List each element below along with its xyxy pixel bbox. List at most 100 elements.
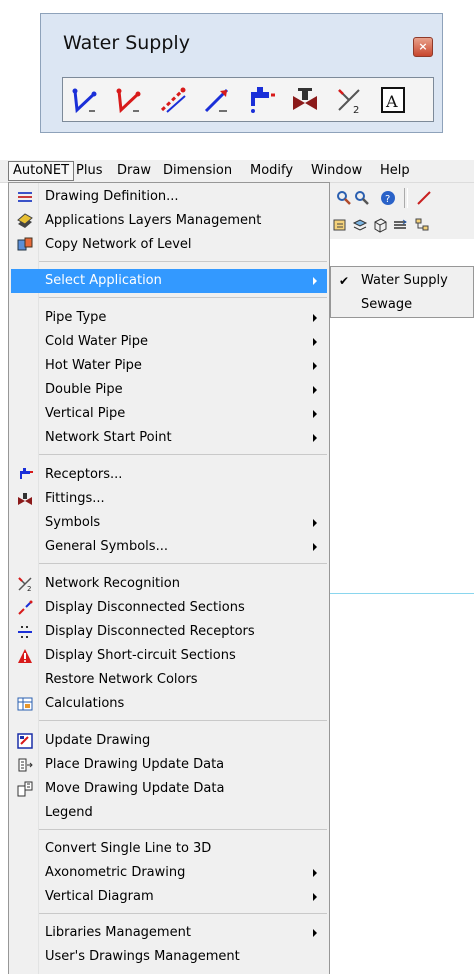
network-recognition-icon: 2 [18, 577, 32, 592]
help-icon[interactable]: ? [380, 190, 396, 206]
disconnected-receptors-icon [18, 626, 32, 638]
menu-item-libraries-management[interactable]: Libraries Management [11, 921, 327, 945]
menu-item-label: Receptors... [45, 467, 123, 482]
3d-box-icon[interactable] [372, 217, 388, 233]
menu-item-label: Hot Water Pipe [45, 358, 142, 373]
menu-window[interactable]: Window [311, 163, 362, 178]
submenu-item-sewage[interactable]: Sewage [331, 293, 473, 317]
zoom-window-icon[interactable] [354, 190, 370, 206]
menu-item-label: Network Start Point [45, 430, 172, 445]
submenu-item-label: Sewage [361, 297, 413, 312]
place-update-data-icon [18, 758, 33, 772]
menu-draw[interactable]: Draw [117, 163, 151, 178]
menu-item-symbols[interactable]: Symbols [11, 511, 327, 535]
menu-item-label: Display Short-circuit Sections [45, 648, 236, 663]
submenu-item-water-supply[interactable]: ✔ Water Supply [331, 269, 473, 293]
menu-item-double-pipe[interactable]: Double Pipe [11, 378, 327, 402]
submenu-arrow-icon [313, 314, 317, 322]
tree-icon[interactable] [414, 217, 430, 233]
layers-icon [17, 213, 33, 228]
close-button[interactable]: × [413, 37, 433, 57]
annotation-a-icon[interactable]: A [377, 84, 409, 116]
menu-item-cold-water-pipe[interactable]: Cold Water Pipe [11, 330, 327, 354]
menu-item-update-drawing[interactable]: Update Drawing [11, 729, 327, 753]
menu-item-label: Display Disconnected Sections [45, 600, 245, 615]
menu-item-label: Select Application [45, 273, 162, 288]
menu-item-drawing-definition[interactable]: Drawing Definition... [11, 185, 327, 209]
menu-dimension[interactable]: Dimension [163, 163, 232, 178]
menu-modify[interactable]: Modify [250, 163, 293, 178]
menu-item-display-short-circuit[interactable]: Display Short-circuit Sections [11, 644, 327, 668]
line-segment-blue-icon[interactable] [69, 84, 101, 116]
water-supply-toolbar: Water Supply × 2 A [40, 13, 443, 133]
submenu-arrow-icon [313, 893, 317, 901]
menu-item-place-drawing-update-data[interactable]: Place Drawing Update Data [11, 753, 327, 777]
menu-item-legend[interactable]: Legend [11, 801, 327, 825]
line-tool-icon[interactable] [416, 190, 432, 206]
faucet-icon [20, 468, 33, 479]
submenu-arrow-icon [313, 869, 317, 877]
menu-autonet[interactable]: AutoNET [8, 161, 75, 181]
submenu-arrow-icon [313, 410, 317, 418]
valve-icon[interactable] [289, 84, 321, 116]
menu-item-hot-water-pipe[interactable]: Hot Water Pipe [11, 354, 327, 378]
background-toolbars: ? [330, 183, 474, 239]
menu-item-calculations[interactable]: Calculations [11, 692, 327, 716]
menu-item-convert-single-line-3d[interactable]: Convert Single Line to 3D [11, 837, 327, 861]
autonet-menu: Drawing Definition... Applications Layer… [8, 182, 330, 974]
menu-bar: AutoNET Plus Draw Dimension Modify Windo… [0, 160, 474, 183]
menu-plus[interactable]: Plus [76, 163, 102, 178]
zoom-icon[interactable] [336, 190, 352, 206]
menu-separator [39, 261, 327, 262]
menu-item-applications-layers[interactable]: Applications Layers Management [11, 209, 327, 233]
network-recognition-icon[interactable]: 2 [333, 84, 365, 116]
menu-help[interactable]: Help [380, 163, 410, 178]
menu-item-general-symbols[interactable]: General Symbols... [11, 535, 327, 559]
faucet-icon[interactable] [245, 84, 277, 116]
svg-text:?: ? [385, 194, 390, 205]
layers-tool-icon[interactable] [352, 217, 368, 233]
menu-item-label: Convert Single Line to 3D [45, 841, 212, 856]
menu-separator [39, 829, 327, 830]
sloped-line-blue-icon[interactable] [201, 84, 233, 116]
menu-item-network-start-point[interactable]: Network Start Point [11, 426, 327, 450]
menu-item-label: Place Drawing Update Data [45, 757, 225, 772]
menu-item-vertical-pipe[interactable]: Vertical Pipe [11, 402, 327, 426]
menu-item-label: Cold Water Pipe [45, 334, 149, 349]
menu-item-label: Axonometric Drawing [45, 865, 186, 880]
menu-item-restore-network-colors[interactable]: Restore Network Colors [11, 668, 327, 692]
drawing-definition-icon [18, 192, 32, 202]
submenu-arrow-icon [313, 362, 317, 370]
menu-item-axonometric-drawing[interactable]: Axonometric Drawing [11, 861, 327, 885]
toolbar-buttons: 2 A [62, 77, 434, 122]
menu-item-fittings[interactable]: Fittings... [11, 487, 327, 511]
submenu-arrow-icon [313, 434, 317, 442]
copy-network-icon [17, 237, 33, 251]
menu-item-receptors[interactable]: Receptors... [11, 463, 327, 487]
menu-item-copy-network[interactable]: Copy Network of Level [11, 233, 327, 257]
menu-item-label: Display Disconnected Receptors [45, 624, 255, 639]
menu-separator [39, 454, 327, 455]
menu-separator [39, 720, 327, 721]
stack-icon[interactable] [392, 217, 408, 233]
menu-item-label: Calculations [45, 696, 125, 711]
menu-item-network-recognition[interactable]: 2 Network Recognition [11, 572, 327, 596]
submenu-arrow-icon [313, 338, 317, 346]
menu-item-select-application[interactable]: Select Application [11, 269, 327, 293]
menu-item-users-drawings-management[interactable]: User's Drawings Management [11, 945, 327, 969]
toolbar-divider [404, 188, 408, 208]
svg-text:2: 2 [27, 585, 31, 592]
menu-item-move-drawing-update-data[interactable]: Move Drawing Update Data [11, 777, 327, 801]
menu-item-display-disconnected-receptors[interactable]: Display Disconnected Receptors [11, 620, 327, 644]
properties-icon[interactable] [332, 217, 348, 233]
svg-text:2: 2 [353, 105, 359, 116]
menu-item-display-disconnected-sections[interactable]: Display Disconnected Sections [11, 596, 327, 620]
menu-item-label: Vertical Diagram [45, 889, 154, 904]
menu-item-vertical-diagram[interactable]: Vertical Diagram [11, 885, 327, 909]
dashed-line-red-icon[interactable] [157, 84, 189, 116]
menu-item-pipe-type[interactable]: Pipe Type [11, 306, 327, 330]
menu-item-label: Move Drawing Update Data [45, 781, 225, 796]
line-segment-red-icon[interactable] [113, 84, 145, 116]
calculations-icon [17, 697, 33, 711]
drawing-line [330, 593, 474, 594]
